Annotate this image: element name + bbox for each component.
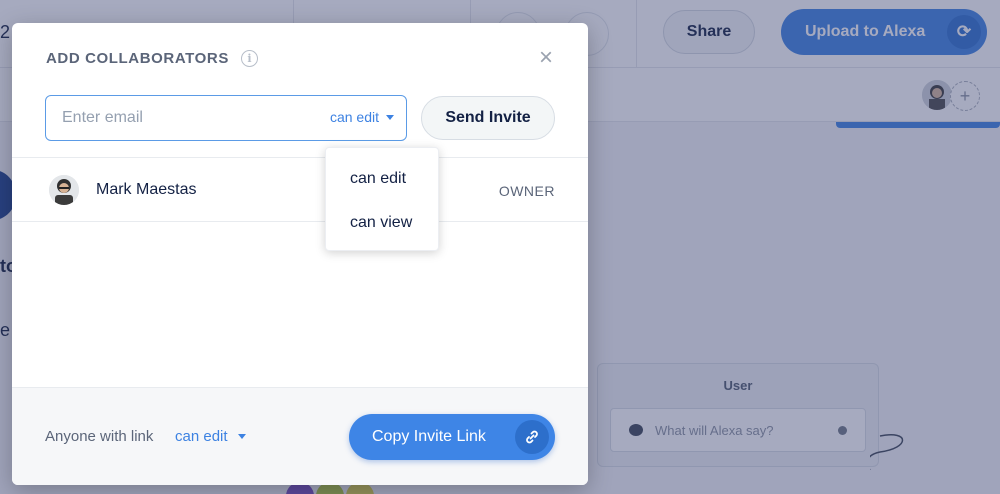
permission-select[interactable]: can edit [330,109,394,125]
permission-select-value: can edit [329,109,379,125]
permission-option-can-edit[interactable]: can edit [350,170,406,188]
permission-option-can-view[interactable]: can view [350,214,412,232]
collaborator-name: Mark Maestas [96,181,197,198]
email-field-container: can edit [45,95,407,141]
modal-title: ADD COLLABORATORS [46,50,229,67]
info-icon[interactable]: i [240,50,258,67]
permission-dropdown: can edit can view [325,147,439,251]
modal-footer: Anyone with link can edit Copy Invite Li… [12,387,588,485]
avatar [49,175,79,205]
close-icon[interactable]: × [537,46,555,70]
send-invite-button[interactable]: Send Invite [421,96,555,140]
link-permission-select[interactable]: can edit [175,428,246,445]
link-icon [515,420,549,454]
collaborator-row: Mark Maestas OWNER [12,158,588,222]
link-share-label: Anyone with link [45,428,154,445]
caret-down-icon [237,434,246,439]
copy-invite-link-label: Copy Invite Link [372,428,486,445]
add-collaborators-modal: ADD COLLABORATORS i × can edit Send Invi… [12,23,588,485]
caret-down-icon [386,114,394,120]
email-input[interactable] [62,96,302,139]
divider [12,221,588,222]
modal-header: ADD COLLABORATORS i [46,50,258,67]
collaborator-role: OWNER [498,183,555,199]
copy-invite-link-button[interactable]: Copy Invite Link [349,414,555,460]
link-permission-value: can edit [175,428,228,445]
